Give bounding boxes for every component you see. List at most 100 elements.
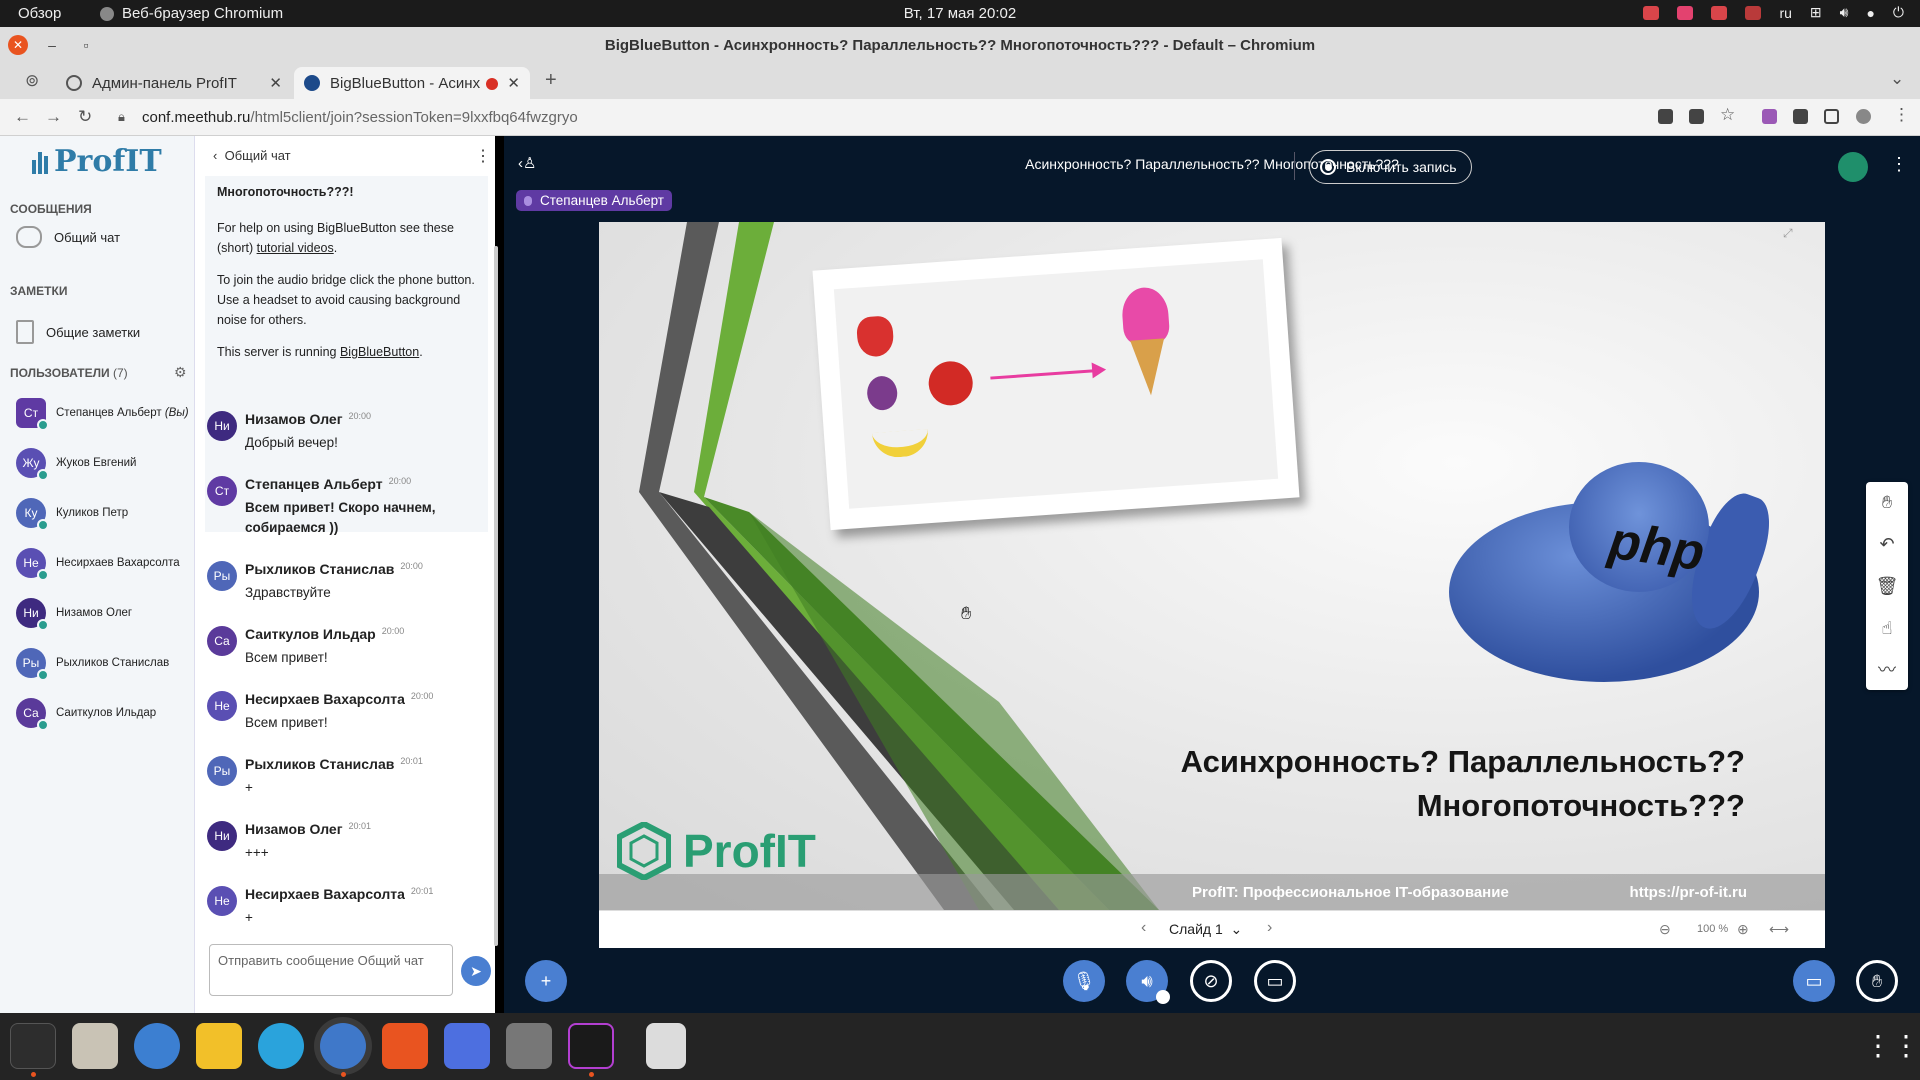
clock[interactable]: Вт, 17 мая 20:02 (0, 5, 1920, 22)
tutorial-videos-link[interactable]: tutorial videos (257, 241, 334, 255)
bbb-favicon-icon (304, 75, 320, 91)
audio-button[interactable]: 🔊︎ (1126, 960, 1170, 1004)
session-title: Асинхронность? Параллельность?? Многопот… (1025, 156, 1399, 172)
side-panel-icon[interactable] (1824, 109, 1839, 124)
presentation-toggle-button[interactable]: ▭ (1793, 960, 1835, 1002)
shared-notes-item[interactable]: Общие заметки (16, 320, 140, 344)
fullscreen-icon[interactable]: ⤢ (1783, 226, 1793, 241)
extensions-puzzle-icon[interactable] (1793, 109, 1808, 124)
lock-icon[interactable]: 🔒︎ (118, 109, 125, 125)
fit-width-button[interactable]: ⟷ (1769, 921, 1789, 938)
multi-user-icon[interactable]: ☝︎ (1875, 616, 1899, 640)
user-name: Низамов Олег (56, 607, 132, 619)
fruits-icecream-image (812, 237, 1300, 531)
connection-status-icon[interactable] (1838, 152, 1868, 182)
settings-gear-icon[interactable]: ⚙ (174, 364, 187, 381)
phpstorm-icon[interactable] (568, 1023, 614, 1069)
network-icon[interactable]: ⊞ (1810, 4, 1822, 21)
new-tab-button[interactable]: + (545, 69, 557, 92)
send-tab-icon[interactable] (1689, 109, 1704, 124)
back-button[interactable]: ← (14, 107, 31, 127)
show-apps-grid-icon[interactable]: ⋮⋮ (1864, 1023, 1920, 1069)
next-slide-button[interactable]: › (1267, 919, 1272, 937)
hand-cursor-icon: ✋︎ (961, 603, 972, 623)
forward-button[interactable]: → (45, 107, 62, 127)
power-icon[interactable]: ⏻ (1893, 4, 1904, 21)
start-recording-button[interactable]: Включить запись (1309, 150, 1472, 184)
user-list-item[interactable]: Не Несирхаев Вахарсолта (16, 548, 180, 581)
actions-plus-button[interactable]: + (525, 960, 567, 1002)
message-time: 20:00 (348, 411, 372, 421)
chat-scrollbar[interactable] (494, 246, 498, 946)
hand-tool-icon[interactable]: ✋︎ (1875, 490, 1899, 514)
camera-indicator-icon[interactable] (1643, 5, 1660, 20)
pencil-chart-icon[interactable]: 〰 (1875, 658, 1899, 682)
chromium-dock-icon[interactable] (320, 1023, 366, 1069)
avatar-initials: Ры (22, 656, 40, 670)
window-title: BigBlueButton - Асинхронность? Параллель… (604, 37, 1316, 54)
raise-hand-button[interactable]: ✋︎ (1856, 960, 1898, 1002)
user-list-item[interactable]: Ни Низамов Олег (16, 598, 132, 631)
software-center-icon[interactable] (382, 1023, 428, 1069)
files-icon[interactable] (72, 1023, 118, 1069)
send-message-button[interactable]: ➤ (461, 956, 491, 986)
bookmark-star-icon[interactable]: ☆ (1720, 105, 1735, 125)
volume-icon[interactable]: 🔊︎ (1840, 4, 1849, 21)
reload-button[interactable]: ↻ (78, 107, 92, 127)
chat-options-icon[interactable]: ⋮ (475, 146, 491, 166)
chat-message-input[interactable]: Отправить сообщение Общий чат (209, 944, 453, 996)
tab-list-chevron-icon[interactable]: ⌄ (1890, 69, 1904, 89)
calculator-icon[interactable] (196, 1023, 242, 1069)
screenshot-icon[interactable] (444, 1023, 490, 1069)
chat-panel: ‹ Общий чат ⋮ Многопоточность???! For he… (195, 136, 495, 1013)
profile-avatar[interactable] (1856, 109, 1871, 124)
undo-icon[interactable]: ↶ (1875, 532, 1899, 556)
trash-dock-icon[interactable] (646, 1023, 686, 1069)
tab-bigbluebutton[interactable]: BigBlueButton - Асинх ✕ (294, 67, 530, 99)
chat-header[interactable]: ‹ Общий чат (213, 148, 291, 163)
message-time: 20:01 (348, 821, 372, 831)
camera-off-button[interactable]: ⊘ (1190, 960, 1232, 1002)
recording-indicator-icon[interactable] (1711, 5, 1728, 20)
app-indicator-icon[interactable] (1677, 5, 1694, 20)
chevron-down-icon: ⌄ (1230, 921, 1243, 937)
close-tab-icon[interactable]: ✕ (507, 74, 520, 92)
public-chat-item[interactable]: Общий чат (16, 226, 120, 248)
user-list-item[interactable]: Ку Куликов Петр (16, 498, 128, 531)
dock: ⋮⋮ (0, 1013, 1920, 1080)
zoom-in-button[interactable]: ⊕ (1737, 921, 1749, 938)
user-name-text: Степанцев Альберт (56, 407, 162, 419)
user-list-item[interactable]: Ры Рыхликов Станислав (16, 648, 169, 681)
keyboard-layout[interactable]: ru (1779, 5, 1791, 21)
telegram-icon[interactable] (258, 1023, 304, 1069)
user-list-item[interactable]: Са Саиткулов Ильдар (16, 698, 156, 731)
user-list-item[interactable]: Ст Степанцев Альберт (Вы) (16, 398, 189, 431)
screen-share-button[interactable]: ▭ (1254, 960, 1296, 1002)
chevron-left-icon[interactable]: ‹ (213, 148, 217, 163)
url-path: /html5client/join?sessionToken=9lxxfbq64… (250, 109, 578, 126)
browser-menu-icon[interactable]: ⋮ (1893, 105, 1910, 125)
microphone-button[interactable]: 🎙︎ (1063, 960, 1105, 1002)
bigbluebutton-link[interactable]: BigBlueButton (340, 345, 419, 359)
logo-text: ProfIT (54, 144, 162, 179)
thunderbird-icon[interactable] (134, 1023, 180, 1069)
slide-selector[interactable]: Слайд 1 ⌄ (1169, 921, 1242, 938)
microphone-icon[interactable]: ● (1866, 5, 1874, 21)
options-menu-icon[interactable]: ⋮ (1890, 154, 1908, 175)
tab-admin-panel[interactable]: Админ-панель ProfIT ✕ (56, 67, 292, 99)
user-list-item[interactable]: Жу Жуков Евгений (16, 448, 136, 481)
previous-slide-button[interactable]: ‹ (1141, 919, 1146, 937)
trash-icon[interactable]: 🗑︎ (1875, 574, 1899, 598)
presentation-slide[interactable]: php Асинхронность? Параллельность?? Мног… (599, 222, 1825, 910)
tab-search-icon[interactable]: ⊚ (25, 71, 39, 91)
close-tab-icon[interactable]: ✕ (269, 74, 282, 92)
terminal-icon[interactable] (10, 1023, 56, 1069)
address-bar[interactable]: conf.meethub.ru/html5client/join?session… (142, 109, 578, 126)
camera-in-use-icon[interactable] (1658, 109, 1673, 124)
zoom-out-button[interactable]: ⊖ (1659, 921, 1671, 938)
extension-icon[interactable] (1762, 109, 1777, 124)
screen-share-indicator-icon[interactable] (1745, 5, 1762, 20)
avatar-initials: Ни (214, 419, 230, 433)
video-player-icon[interactable] (506, 1023, 552, 1069)
avatar-initials: Са (23, 706, 39, 720)
